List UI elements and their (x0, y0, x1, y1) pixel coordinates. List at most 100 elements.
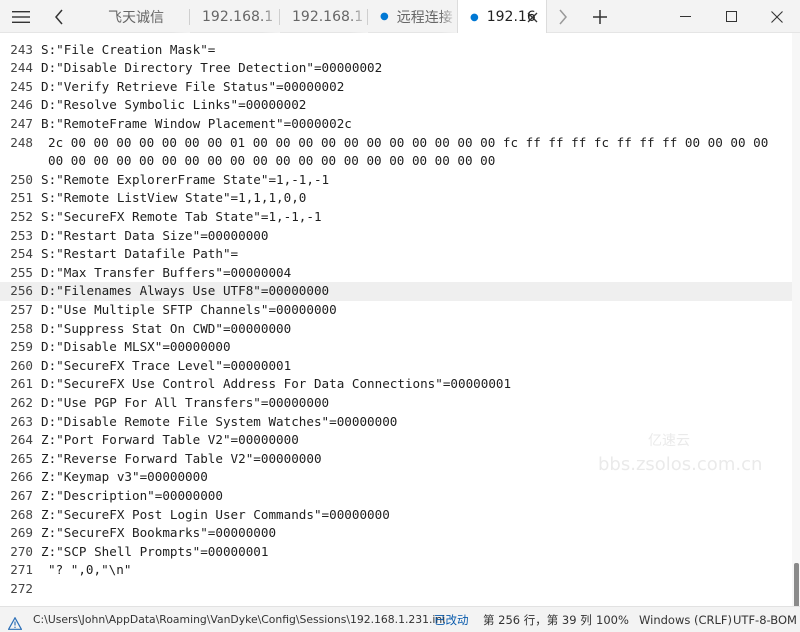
editor-line[interactable]: 246 D:"Resolve Symbolic Links"=00000002 (0, 96, 792, 115)
editor-line[interactable]: 261 D:"SecureFX Use Control Address For D… (0, 375, 792, 394)
line-text: D:"Filenames Always Use UTF8"=00000000 (41, 283, 330, 299)
hamburger-icon (12, 10, 30, 23)
line-number: 256 (10, 283, 33, 299)
editor-line[interactable]: 263 D:"Disable Remote File System Watches… (0, 413, 792, 432)
editor-line[interactable]: 248 2c 00 00 00 00 00 00 00 01 00 00 00 0… (0, 134, 792, 153)
tab-label: 飞天诚信 (108, 9, 164, 26)
editor-line[interactable]: 262 D:"Use PGP For All Transfers"=0000000… (0, 394, 792, 413)
line-number: 262 (10, 394, 33, 410)
editor-line[interactable]: 257 D:"Use Multiple SFTP Channels"=000000… (0, 301, 792, 320)
line-number: 247 (10, 115, 33, 131)
line-text: D:"Verify Retrieve File Status"=00000002 (41, 78, 345, 94)
line-text: Z:"Port Forward Table V2"=00000000 (41, 432, 299, 448)
text-editor[interactable]: 243 S:"File Creation Mask"= 244 D:"Disable … (0, 33, 800, 606)
editor-line[interactable]: 243 S:"File Creation Mask"= (0, 41, 792, 60)
line-text: D:"Use Multiple SFTP Channels"=00000000 (41, 301, 337, 317)
line-text: S:"SecureFX Remote Tab State"=1,-1,-1 (41, 208, 322, 224)
line-text: D:"SecureFX Trace Level"=00000001 (41, 357, 292, 373)
line-text: Z:"SCP Shell Prompts"=00000001 (41, 543, 269, 559)
editor-line[interactable]: 245 D:"Verify Retrieve File Status"=00000… (0, 78, 792, 97)
line-text: D:"Use PGP For All Transfers"=00000000 (41, 394, 330, 410)
line-number: 252 (10, 208, 33, 224)
line-text: Z:"SecureFX Post Login User Commands"=00… (41, 506, 390, 522)
editor-line[interactable]: 269 Z:"SecureFX Bookmarks"=00000000 (0, 524, 792, 543)
tab-4[interactable]: ● 远程连接 (368, 0, 458, 33)
tab-3[interactable]: 192.168.1 (280, 0, 368, 33)
line-number: 251 (10, 190, 33, 206)
line-ending[interactable]: Windows (CRLF) (639, 607, 732, 632)
line-number: 243 (10, 41, 33, 57)
line-text: D:"Disable Directory Tree Detection"=000… (41, 60, 383, 76)
editor-line[interactable]: 271 "? ",0,"\n" (0, 561, 792, 580)
line-number: 267 (10, 487, 33, 503)
minimize-icon (679, 16, 691, 17)
editor-line[interactable]: 270 Z:"SCP Shell Prompts"=00000001 (0, 543, 792, 562)
forward-button[interactable] (548, 0, 578, 33)
line-number: 257 (10, 301, 33, 317)
editor-line[interactable]: 265 Z:"Reverse Forward Table V2"=00000000 (0, 450, 792, 469)
tab-1[interactable]: 飞天诚信 (96, 0, 190, 33)
modified-status[interactable]: 已改动 (434, 607, 469, 632)
minimize-button[interactable] (662, 0, 708, 33)
vertical-scrollbar[interactable] (792, 33, 800, 623)
editor-line[interactable]: 244 D:"Disable Directory Tree Detection"=… (0, 59, 792, 78)
line-number: 244 (10, 60, 33, 76)
line-text: Z:"SecureFX Bookmarks"=00000000 (41, 525, 277, 541)
line-number: 260 (10, 357, 33, 373)
line-number: 272 (10, 580, 33, 596)
back-button[interactable] (44, 0, 74, 33)
line-text: Z:"Description"=00000000 (41, 487, 223, 503)
status-warning-button[interactable] (7, 613, 23, 630)
close-window-button[interactable] (754, 0, 800, 33)
editor-line[interactable]: 250 S:"Remote ExplorerFrame State"=1,-1,-… (0, 171, 792, 190)
editor-line[interactable]: 256 D:"Filenames Always Use UTF8"=0000000… (0, 282, 792, 301)
editor-line[interactable]: 264 Z:"Port Forward Table V2"=00000000 (0, 431, 792, 450)
line-number: 255 (10, 264, 33, 280)
line-text: S:"Restart Datafile Path"= (41, 246, 239, 262)
editor-line[interactable]: 259 D:"Disable MLSX"=00000000 (0, 338, 792, 357)
line-text: S:"Remote ExplorerFrame State"=1,-1,-1 (41, 171, 330, 187)
editor-line[interactable]: 272 (0, 580, 792, 599)
editor-line[interactable]: 253 D:"Restart Data Size"=00000000 (0, 227, 792, 246)
editor-line[interactable]: 00 00 00 00 00 00 00 00 00 00 00 00 00 0… (0, 152, 792, 171)
tab-close-button[interactable] (524, 9, 540, 25)
line-number: 248 (10, 134, 33, 150)
line-text: D:"Resolve Symbolic Links"=00000002 (41, 97, 307, 113)
editor-line[interactable]: 252 S:"SecureFX Remote Tab State"=1,-1,-1 (0, 208, 792, 227)
tab-2[interactable]: 192.168.1 (190, 0, 280, 33)
line-number: 245 (10, 78, 33, 94)
tab-bar: 飞天诚信 192.168.1 192.168.1 ● 远程连接 ● 192.16 (0, 0, 800, 34)
maximize-icon (725, 11, 737, 22)
line-number: 269 (10, 525, 33, 541)
line-number: 253 (10, 227, 33, 243)
editor-line[interactable]: 268 Z:"SecureFX Post Login User Commands"… (0, 506, 792, 525)
line-text: B:"RemoteFrame Window Placement"=0000002… (41, 115, 352, 131)
line-number: 265 (10, 450, 33, 466)
line-number: 266 (10, 469, 33, 485)
file-path: C:\Users\John\AppData\Roaming\VanDyke\Co… (33, 613, 446, 626)
editor-line[interactable]: 255 D:"Max Transfer Buffers"=00000004 (0, 264, 792, 283)
line-text: S:"File Creation Mask"= (41, 41, 216, 57)
line-text: 2c 00 00 00 00 00 00 00 01 00 00 00 00 0… (48, 134, 769, 150)
zoom-level[interactable]: 100% (596, 607, 629, 632)
maximize-button[interactable] (708, 0, 754, 33)
unsaved-dot-icon: ● (470, 11, 479, 23)
encoding[interactable]: UTF-8-BOM (733, 607, 797, 632)
cursor-position[interactable]: 第 256 行，第 39 列 (483, 607, 592, 632)
plus-icon (593, 9, 607, 24)
line-text: D:"Suppress Stat On CWD"=00000000 (41, 320, 292, 336)
line-number: 246 (10, 97, 33, 113)
editor-line[interactable]: 258 D:"Suppress Stat On CWD"=00000000 (0, 320, 792, 339)
close-icon (771, 10, 783, 23)
editor-line[interactable]: 266 Z:"Keymap v3"=00000000 (0, 468, 792, 487)
editor-line[interactable]: 247 B:"RemoteFrame Window Placement"=0000… (0, 115, 792, 134)
editor-line[interactable]: 251 S:"Remote ListView State"=1,1,1,0,0 (0, 189, 792, 208)
editor-line[interactable]: 260 D:"SecureFX Trace Level"=00000001 (0, 357, 792, 376)
editor-line[interactable]: 267 Z:"Description"=00000000 (0, 487, 792, 506)
new-tab-button[interactable] (586, 0, 614, 33)
line-number: 271 (10, 562, 33, 578)
menu-button[interactable] (0, 0, 42, 33)
editor-line[interactable]: 254 S:"Restart Datafile Path"= (0, 245, 792, 264)
line-number: 270 (10, 543, 33, 559)
tab-active[interactable]: ● 192.16 (457, 0, 547, 34)
